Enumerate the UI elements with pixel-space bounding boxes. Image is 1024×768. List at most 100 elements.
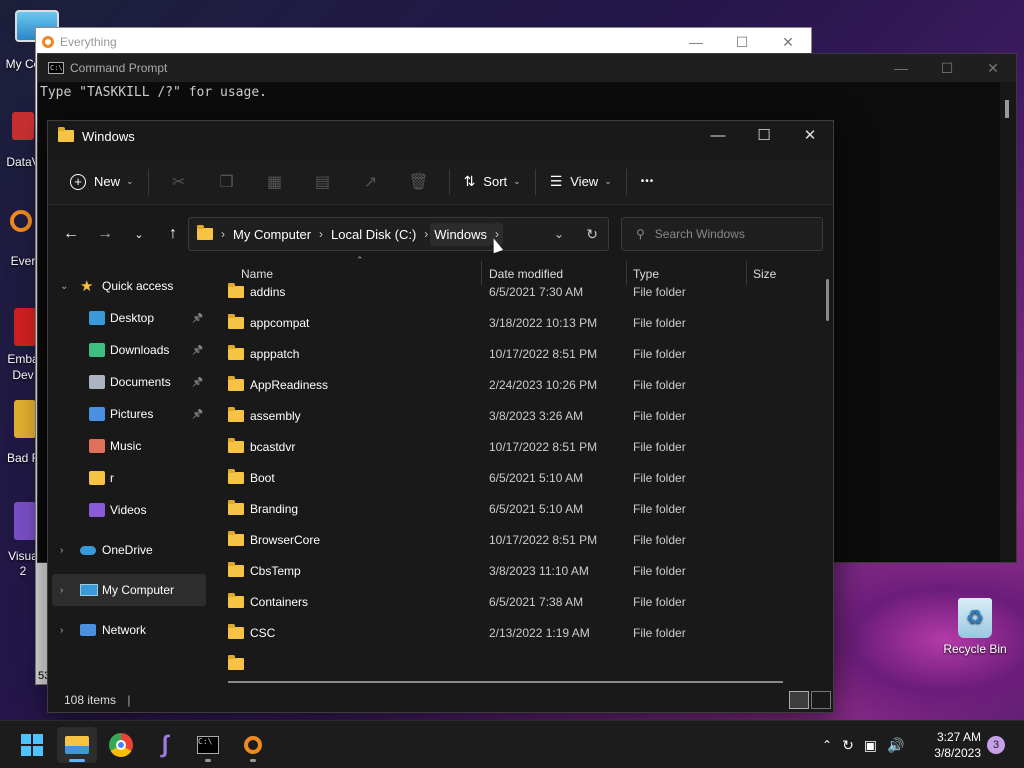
taskbar-file-explorer[interactable] <box>57 727 97 763</box>
pin-icon[interactable]: 📌 <box>192 313 203 324</box>
volume-icon[interactable]: 🔊 <box>887 737 904 754</box>
nav-item-documents[interactable]: Documents 📌 <box>48 366 208 398</box>
console-output[interactable]: Type "TASKKILL /?" for usage. <box>38 82 1016 104</box>
nav-my-computer-label: My Computer <box>102 583 175 597</box>
search-input[interactable]: ⚲ Search Windows <box>621 217 823 251</box>
address-bar[interactable]: › My Computer › Local Disk (C:) › Window… <box>188 217 609 251</box>
table-row[interactable]: Branding 6/5/2021 5:10 AM File folder <box>218 493 818 524</box>
forward-arrow-icon[interactable]: → <box>88 225 122 243</box>
file-name-cell: bcastdvr <box>228 437 295 454</box>
sort-button[interactable]: ⇅ Sort ⌄ <box>456 166 529 198</box>
nav-quick-access[interactable]: ⌄ ★ Quick access <box>48 270 208 302</box>
horizontal-scroll-thumb[interactable] <box>228 681 783 683</box>
desktop-icon-recycle-bin[interactable]: ♻ Recycle Bin <box>940 598 1010 656</box>
folder-icon <box>228 282 244 298</box>
nav-item-pictures[interactable]: Pictures 📌 <box>48 398 208 430</box>
chevron-up-icon[interactable]: ⌃ <box>822 738 832 752</box>
maximize-icon[interactable]: ☐ <box>719 28 765 56</box>
start-button[interactable] <box>12 727 52 763</box>
chevron-down-icon[interactable]: ⌄ <box>60 281 68 292</box>
pin-icon[interactable]: 📌 <box>192 377 203 388</box>
breadcrumb-my-computer[interactable]: My Computer <box>233 227 311 242</box>
breadcrumb-separator-icon[interactable]: › <box>424 227 428 241</box>
pin-icon[interactable]: 📌 <box>192 345 203 356</box>
taskbar-visual-studio[interactable]: ∫ <box>145 727 185 763</box>
windows-logo-icon <box>21 734 43 756</box>
tiles-view-icon[interactable] <box>811 691 831 709</box>
paste-icon[interactable]: ▦ <box>251 172 299 192</box>
close-icon[interactable]: ✕ <box>970 54 1016 82</box>
table-row[interactable]: addins 6/5/2021 7:30 AM File folder <box>218 276 818 307</box>
cmd-titlebar[interactable]: C:\ Command Prompt <box>38 54 1016 82</box>
network-icon[interactable]: ▣ <box>864 737 877 754</box>
pin-icon[interactable]: 📌 <box>192 409 203 420</box>
terminal-icon: C:\ <box>48 62 64 74</box>
minimize-icon[interactable]: — <box>695 121 741 151</box>
table-row[interactable]: Containers 6/5/2021 7:38 AM File folder <box>218 586 818 617</box>
taskbar-command-prompt[interactable]: C:\ <box>188 727 228 763</box>
file-date: 6/5/2021 5:10 AM <box>489 501 584 516</box>
copy-icon[interactable]: ❐ <box>203 172 251 192</box>
breadcrumb-windows[interactable]: Windows <box>430 222 492 246</box>
address-dropdown-icon[interactable]: ⌄ <box>554 227 564 241</box>
nav-item-downloads[interactable]: Downloads 📌 <box>48 334 208 366</box>
close-icon[interactable]: ✕ <box>765 28 811 56</box>
taskbar-everything[interactable] <box>233 727 273 763</box>
chevron-right-icon[interactable]: › <box>60 545 63 556</box>
table-row[interactable]: CSC 2/13/2022 1:19 AM File folder <box>218 617 818 648</box>
nav-my-computer[interactable]: › My Computer <box>52 574 206 606</box>
chevron-right-icon[interactable]: › <box>60 625 63 636</box>
maximize-icon[interactable]: ☐ <box>924 54 970 82</box>
sync-icon[interactable]: ↻ <box>842 737 854 754</box>
vertical-scroll-thumb[interactable] <box>826 279 829 321</box>
scroll-thumb[interactable] <box>1005 100 1009 118</box>
minimize-icon[interactable]: — <box>878 54 924 82</box>
breadcrumb-local-disk[interactable]: Local Disk (C:) <box>331 227 416 242</box>
visual-studio-icon: ∫ <box>161 731 169 758</box>
table-row[interactable]: assembly 3/8/2023 3:26 AM File folder <box>218 400 818 431</box>
share-icon[interactable]: ↗ <box>347 172 395 192</box>
table-row[interactable]: Boot 6/5/2021 5:10 AM File folder <box>218 462 818 493</box>
sort-indicator-icon: ⌃ <box>356 255 364 265</box>
cmd-scrollbar[interactable] <box>1000 82 1016 562</box>
taskbar-chrome[interactable] <box>101 727 141 763</box>
nav-item-music[interactable]: Music <box>48 430 208 462</box>
everything-icon <box>10 210 32 232</box>
more-options-button[interactable]: ••• <box>633 166 663 198</box>
breadcrumb-separator-icon[interactable]: › <box>221 227 225 241</box>
back-arrow-icon[interactable]: ← <box>54 225 88 243</box>
new-button[interactable]: + New ⌄ <box>62 166 142 198</box>
breadcrumb-separator-icon[interactable]: › <box>319 227 323 241</box>
rename-icon[interactable]: ▤ <box>299 172 347 192</box>
folder-icon <box>228 468 244 484</box>
clock[interactable]: 3:27 AM 3/8/2023 <box>925 729 981 761</box>
refresh-icon[interactable]: ↻ <box>586 226 598 243</box>
table-row[interactable]: apppatch 10/17/2022 8:51 PM File folder <box>218 338 818 369</box>
nav-item-desktop[interactable]: Desktop 📌 <box>48 302 208 334</box>
nav-onedrive[interactable]: › OneDrive <box>48 534 208 566</box>
nav-item-r[interactable]: r <box>48 462 208 494</box>
details-view-icon[interactable] <box>789 691 809 709</box>
table-row[interactable]: BrowserCore 10/17/2022 8:51 PM File folder <box>218 524 818 555</box>
table-row-partial[interactable] <box>218 648 818 679</box>
file-date: 3/18/2022 10:13 PM <box>489 315 598 330</box>
cut-icon[interactable]: ✂ <box>155 172 203 192</box>
close-icon[interactable]: ✕ <box>787 121 833 151</box>
view-button[interactable]: ☰ View ⌄ <box>542 166 620 198</box>
table-row[interactable]: appcompat 3/18/2022 10:13 PM File folder <box>218 307 818 338</box>
maximize-icon[interactable]: ☐ <box>741 121 787 151</box>
recent-locations-chevron-icon[interactable]: ⌄ <box>122 228 156 241</box>
notification-badge[interactable]: 3 <box>987 736 1005 754</box>
nav-item-videos[interactable]: Videos <box>48 494 208 526</box>
running-indicator <box>250 759 256 762</box>
minimize-icon[interactable]: — <box>673 28 719 56</box>
videos-icon <box>89 503 105 517</box>
delete-icon[interactable]: 🗑 <box>395 172 443 192</box>
nav-network[interactable]: › Network <box>48 614 208 646</box>
chevron-right-icon[interactable]: › <box>60 585 63 596</box>
table-row[interactable]: bcastdvr 10/17/2022 8:51 PM File folder <box>218 431 818 462</box>
file-explorer-window[interactable]: Windows — ☐ ✕ + New ⌄ ✂ ❐ ▦ ▤ ↗ 🗑 ⇅ Sort… <box>47 120 834 713</box>
up-arrow-icon[interactable]: ↑ <box>156 225 190 243</box>
table-row[interactable]: AppReadiness 2/24/2023 10:26 PM File folde… <box>218 369 818 400</box>
table-row[interactable]: CbsTemp 3/8/2023 11:10 AM File folder <box>218 555 818 586</box>
